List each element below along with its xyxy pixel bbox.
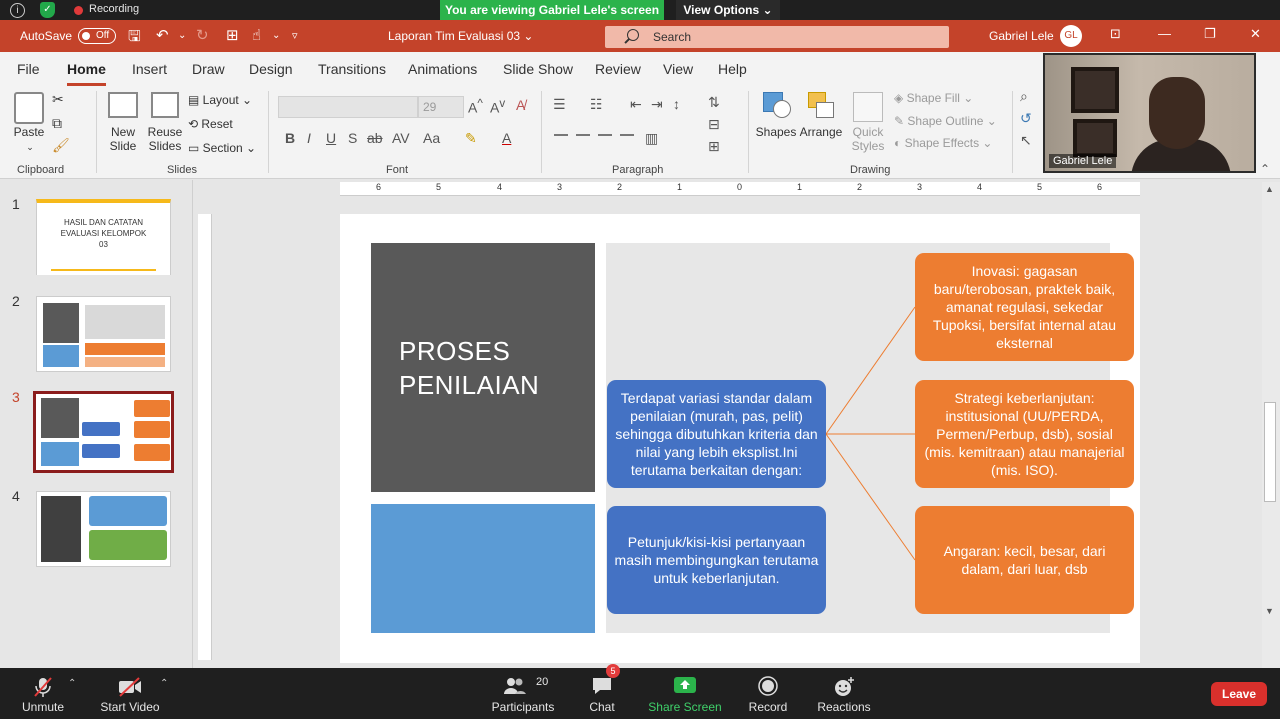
vertical-scrollbar[interactable]: ▲ ▼: [1262, 182, 1280, 668]
screen: i ✓ Recording You are viewing Gabriel Le…: [0, 0, 1280, 719]
unmute-label: Unmute: [21, 700, 65, 714]
reactions-icon: [833, 676, 855, 703]
video-off-icon: [117, 676, 143, 703]
participant-video[interactable]: Gabriel Lele: [1043, 53, 1256, 173]
scroll-down-icon[interactable]: ▼: [1265, 606, 1274, 616]
sustainability-box[interactable]: Strategi keberlanjutan: institusional (U…: [915, 380, 1134, 488]
start-video-label: Start Video: [100, 700, 160, 714]
participants-label: Participants: [491, 700, 555, 714]
scrollbar-thumb[interactable]: [1264, 402, 1276, 502]
share-screen-label: Share Screen: [648, 700, 722, 714]
participants-icon: [503, 676, 527, 701]
innovation-box[interactable]: Inovasi: gagasan baru/terobosan, praktek…: [915, 253, 1134, 361]
chat-badge: 5: [606, 664, 620, 678]
center-text-box[interactable]: Terdapat variasi standar dalam penilaian…: [607, 380, 826, 488]
muted-microphone-icon: [32, 676, 54, 703]
participant-name-tag: Gabriel Lele: [1049, 154, 1117, 168]
scroll-up-icon[interactable]: ▲: [1265, 184, 1274, 194]
connector-line: [825, 306, 916, 435]
audio-options-chevron-icon[interactable]: ⌃: [68, 678, 76, 689]
video-person-head: [1149, 77, 1205, 149]
zoom-toolbar: Unmute ⌃ Start Video ⌃ 20 Participants 5…: [0, 664, 1280, 719]
video-options-chevron-icon[interactable]: ⌃: [160, 678, 168, 689]
participants-count: 20: [536, 676, 549, 688]
share-screen-icon: [673, 676, 697, 699]
budget-box[interactable]: Angaran: kecil, besar, dari dalam, dari …: [915, 506, 1134, 614]
record-label: Record: [748, 700, 788, 714]
leave-button[interactable]: Leave: [1211, 682, 1267, 706]
connector-line: [825, 433, 916, 561]
bottom-text-box[interactable]: Petunjuk/kisi-kisi pertanyaan masih memb…: [607, 506, 826, 614]
record-icon: [758, 676, 778, 701]
chat-label: Chat: [589, 700, 615, 714]
chat-icon: [591, 676, 613, 701]
video-picture-frame: [1071, 67, 1119, 113]
video-picture-frame: [1073, 119, 1117, 157]
reactions-label: Reactions: [817, 700, 871, 714]
